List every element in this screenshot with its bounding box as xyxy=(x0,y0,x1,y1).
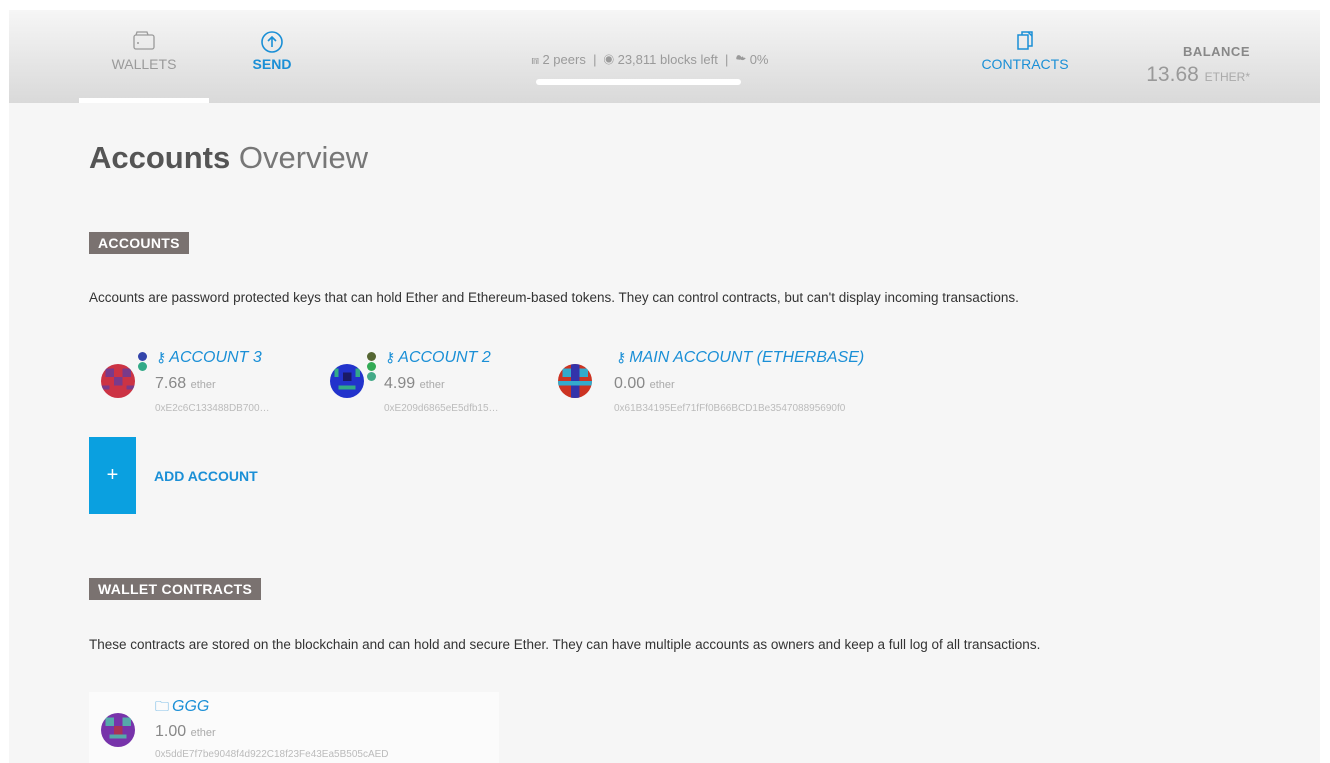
account-identicon xyxy=(558,364,592,398)
balance-unit: ETHER* xyxy=(1204,70,1250,84)
key-icon: ⚷ xyxy=(616,349,627,365)
main-content xyxy=(9,103,1320,763)
nav-wallets[interactable]: WALLETS xyxy=(79,30,209,103)
account-address: 0xE2c6C133488DB700… xyxy=(155,403,270,414)
token-icons xyxy=(367,352,379,382)
contracts-icon xyxy=(975,30,1075,56)
download-cloud-icon: ☁ xyxy=(735,52,747,67)
token-icon xyxy=(138,362,147,371)
account-card[interactable]: ⚷ MAIN ACCOUNT (ETHERBASE) 0.00 ether 0x6… xyxy=(548,349,908,419)
balance-value: 13.68 ETHER* xyxy=(1120,63,1250,87)
sync-progress-bar xyxy=(536,79,741,85)
token-icon xyxy=(367,372,376,381)
page-title: Accounts Overview xyxy=(89,140,368,176)
send-arrow-icon xyxy=(242,30,302,56)
wallet-contracts-description: These contracts are stored on the blockc… xyxy=(89,637,1041,652)
key-icon: ⚷ xyxy=(385,349,396,365)
total-balance: BALANCE 13.68 ETHER* xyxy=(1120,44,1250,87)
nav-contracts[interactable]: CONTRACTS xyxy=(975,30,1075,72)
wallet-identicon xyxy=(101,713,135,747)
token-icon xyxy=(367,362,376,371)
peers-count: 2 peers xyxy=(542,52,586,67)
wallet-balance: 1.00 ether xyxy=(155,723,216,740)
nav-send[interactable]: SEND xyxy=(242,30,302,72)
wallet-card[interactable]: 🗀 GGG 1.00 ether 0x5ddE7f7be9048f4d922C18… xyxy=(89,692,499,763)
add-account-button[interactable]: + xyxy=(89,437,136,514)
sync-divider: | xyxy=(589,52,604,67)
account-balance: 0.00 ether xyxy=(614,375,675,392)
sync-progress-text: 0% xyxy=(749,52,769,67)
sync-divider: | xyxy=(721,52,736,67)
add-account-label[interactable]: ADD ACCOUNT xyxy=(154,468,258,484)
key-icon: ⚷ xyxy=(156,349,167,365)
account-address: 0x61B34195Eef71fFf0B66BCD1Be354708895690… xyxy=(614,403,846,414)
account-name[interactable]: ⚷ MAIN ACCOUNT (ETHERBASE) xyxy=(616,349,864,367)
account-identicon xyxy=(101,364,135,398)
wallet-name[interactable]: 🗀 GGG xyxy=(155,696,209,720)
peers-signal-icon: ⩎ xyxy=(531,52,539,67)
token-icon xyxy=(138,352,147,361)
blocks-icon: ◉ xyxy=(603,52,614,67)
account-name[interactable]: ⚷ ACCOUNT 2 xyxy=(385,349,491,367)
wallet-icon xyxy=(79,30,209,56)
sync-status: ⩎ 2 peers | ◉ 23,811 blocks left | ☁ 0% xyxy=(480,52,820,68)
account-name[interactable]: ⚷ ACCOUNT 3 xyxy=(156,349,262,367)
accounts-section-label: ACCOUNTS xyxy=(89,232,189,254)
account-balance: 4.99 ether xyxy=(384,375,445,392)
wallet-address: 0x5ddE7f7be9048f4d922C18f23Fe43Ea5B505cA… xyxy=(155,749,389,760)
app-window: WALLETS SEND ⩎ 2 peers | ◉ 23,811 blocks… xyxy=(0,0,1330,763)
nav-send-label: SEND xyxy=(252,56,292,72)
balance-label: BALANCE xyxy=(1182,44,1250,59)
folder-icon: 🗀 xyxy=(155,698,169,714)
account-address: 0xE209d6865eE5dfb15… xyxy=(384,403,499,414)
nav-contracts-label: CONTRACTS xyxy=(981,56,1069,72)
nav-wallets-label: WALLETS xyxy=(111,56,177,72)
page-title-bold: Accounts xyxy=(89,140,231,175)
account-identicon xyxy=(330,364,364,398)
page-title-light: Overview xyxy=(238,140,369,175)
token-icon xyxy=(367,352,376,361)
top-strip xyxy=(0,0,1330,10)
balance-amount: 13.68 xyxy=(1146,63,1199,86)
wallet-contracts-section-label: WALLET CONTRACTS xyxy=(89,578,262,600)
blocks-left: 23,811 blocks left xyxy=(617,52,718,67)
accounts-description: Accounts are password protected keys tha… xyxy=(89,290,1019,305)
token-icons xyxy=(138,352,150,372)
window-edge xyxy=(1320,0,1330,763)
account-balance: 7.68 ether xyxy=(155,375,216,392)
account-card[interactable]: ⚷ ACCOUNT 2 4.99 ether 0xE209d6865eE5dfb1… xyxy=(318,349,538,419)
account-card[interactable]: ⚷ ACCOUNT 3 7.68 ether 0xE2c6C133488DB700… xyxy=(89,349,309,419)
